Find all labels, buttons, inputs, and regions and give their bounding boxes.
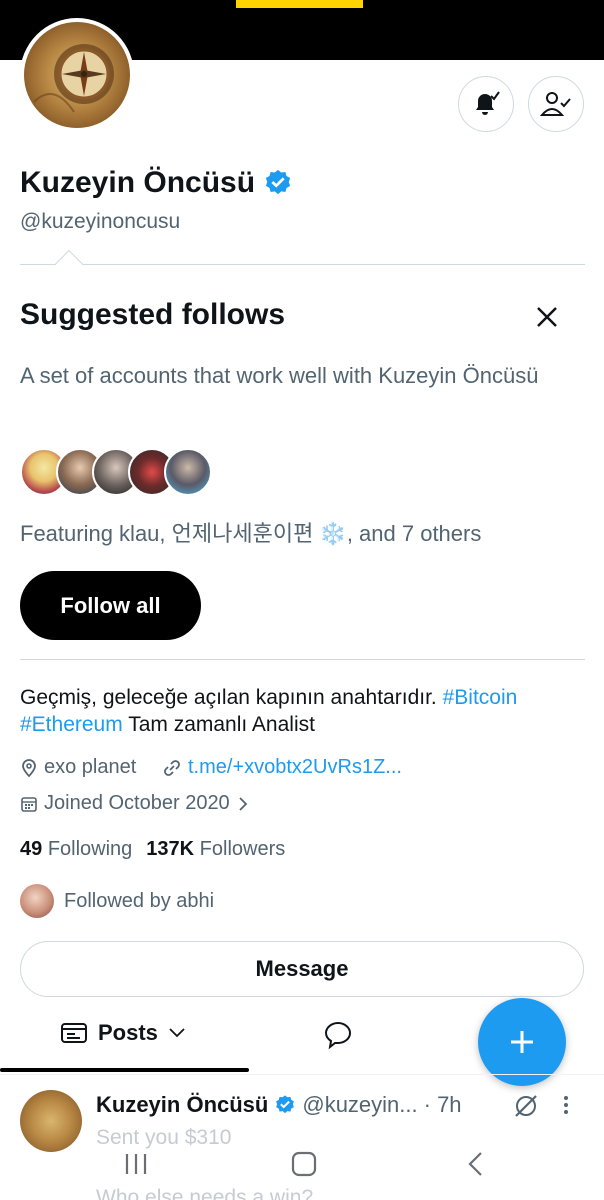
- profile-link[interactable]: t.me/+xvobtx2UvRs1Z...: [162, 756, 402, 779]
- joined-text: Joined October 2020: [44, 792, 230, 814]
- home-icon: [291, 1151, 317, 1177]
- following-count: 49: [20, 838, 43, 860]
- calendar-icon: [21, 796, 37, 812]
- recent-apps-icon: [125, 1154, 147, 1174]
- notifications-button[interactable]: [458, 76, 514, 132]
- back-button[interactable]: [462, 1150, 490, 1183]
- following-count-link[interactable]: 49 Following: [20, 838, 132, 861]
- close-icon: [537, 307, 557, 327]
- display-name: Kuzeyin Öncüsü: [20, 166, 293, 200]
- profile-joined[interactable]: Joined October 2020: [20, 792, 250, 815]
- verified-badge-icon[interactable]: [263, 168, 293, 198]
- display-name-text: Kuzeyin Öncüsü: [20, 166, 256, 199]
- followers-count-link[interactable]: 137K Followers: [146, 838, 285, 861]
- following-label: Following: [47, 838, 133, 860]
- location-text: exo planet: [44, 756, 137, 778]
- hashtag-link[interactable]: #Ethereum: [20, 713, 123, 736]
- post-author-handle[interactable]: @kuzeyin...: [302, 1092, 417, 1118]
- plus-icon: [511, 1031, 533, 1053]
- grok-icon: [515, 1095, 537, 1117]
- message-button[interactable]: Message: [20, 941, 584, 997]
- chevron-down-icon: [169, 1028, 185, 1038]
- reply-bubble-icon: [324, 1021, 352, 1050]
- follow-counts: 49 Following 137K Followers: [20, 838, 285, 861]
- grok-button[interactable]: [512, 1092, 540, 1125]
- follower-avatar: [20, 884, 54, 918]
- suggested-avatar[interactable]: [164, 448, 212, 496]
- link-icon: [164, 759, 180, 776]
- follow-all-button[interactable]: Follow all: [20, 571, 201, 640]
- followed-by[interactable]: Followed by abhi: [20, 884, 214, 918]
- location-pin-icon: [22, 758, 36, 777]
- posts-icon: [61, 1023, 87, 1043]
- suggested-description: A set of accounts that work well with Ku…: [20, 363, 539, 388]
- compose-post-button[interactable]: [478, 998, 566, 1086]
- profile-handle: @kuzeyinoncusu: [20, 210, 181, 233]
- link-text[interactable]: t.me/+xvobtx2UvRs1Z...: [188, 756, 402, 779]
- post-timestamp[interactable]: · 7h: [424, 1092, 462, 1118]
- divider-notch: [54, 249, 84, 279]
- profile-avatar[interactable]: [20, 18, 134, 132]
- close-suggested-button[interactable]: [530, 300, 564, 334]
- recent-apps-button[interactable]: [122, 1150, 150, 1183]
- system-navigation-bar: [0, 1140, 604, 1200]
- profile-bio: Geçmiş, geleceğe açılan kapının anahtarı…: [20, 684, 590, 738]
- featuring-text: Featuring klau, 언제나세훈이편 ❄️, and 7 others: [20, 521, 482, 546]
- followers-label: Followers: [199, 838, 286, 860]
- tab-posts-label: Posts: [98, 1020, 158, 1045]
- following-button[interactable]: [528, 76, 584, 132]
- post-header: Kuzeyin Öncüsü @kuzeyin... · 7h: [96, 1092, 462, 1118]
- active-tab-indicator: [0, 1068, 249, 1072]
- suggested-avatar-stack[interactable]: [20, 448, 220, 498]
- suggested-follows-title: Suggested follows: [20, 298, 286, 331]
- bio-text: Geçmiş, geleceğe açılan kapının anahtarı…: [20, 686, 437, 709]
- back-icon: [468, 1152, 482, 1176]
- banner-accent: [236, 0, 363, 8]
- profile-location: exo planet: [20, 756, 136, 779]
- tab-replies[interactable]: [322, 1020, 354, 1055]
- followed-by-text: Followed by abhi: [64, 889, 215, 912]
- compass-icon: [33, 44, 114, 113]
- home-button[interactable]: [290, 1150, 318, 1183]
- more-vertical-icon: [564, 1096, 568, 1114]
- post-author-name[interactable]: Kuzeyin Öncüsü: [96, 1092, 268, 1118]
- verified-badge-icon: [276, 1095, 295, 1114]
- bell-check-icon: [476, 91, 500, 115]
- tab-posts[interactable]: Posts: [60, 1020, 186, 1046]
- followers-count: 137K: [146, 838, 195, 860]
- person-check-icon: [540, 92, 571, 116]
- section-divider: [20, 659, 585, 660]
- section-divider: [20, 264, 585, 265]
- chevron-right-icon: [239, 796, 247, 811]
- hashtag-link[interactable]: #Bitcoin: [443, 686, 518, 709]
- post-divider: [0, 1074, 604, 1075]
- post-more-button[interactable]: [562, 1094, 570, 1121]
- bio-text: Tam zamanlı Analist: [128, 713, 315, 736]
